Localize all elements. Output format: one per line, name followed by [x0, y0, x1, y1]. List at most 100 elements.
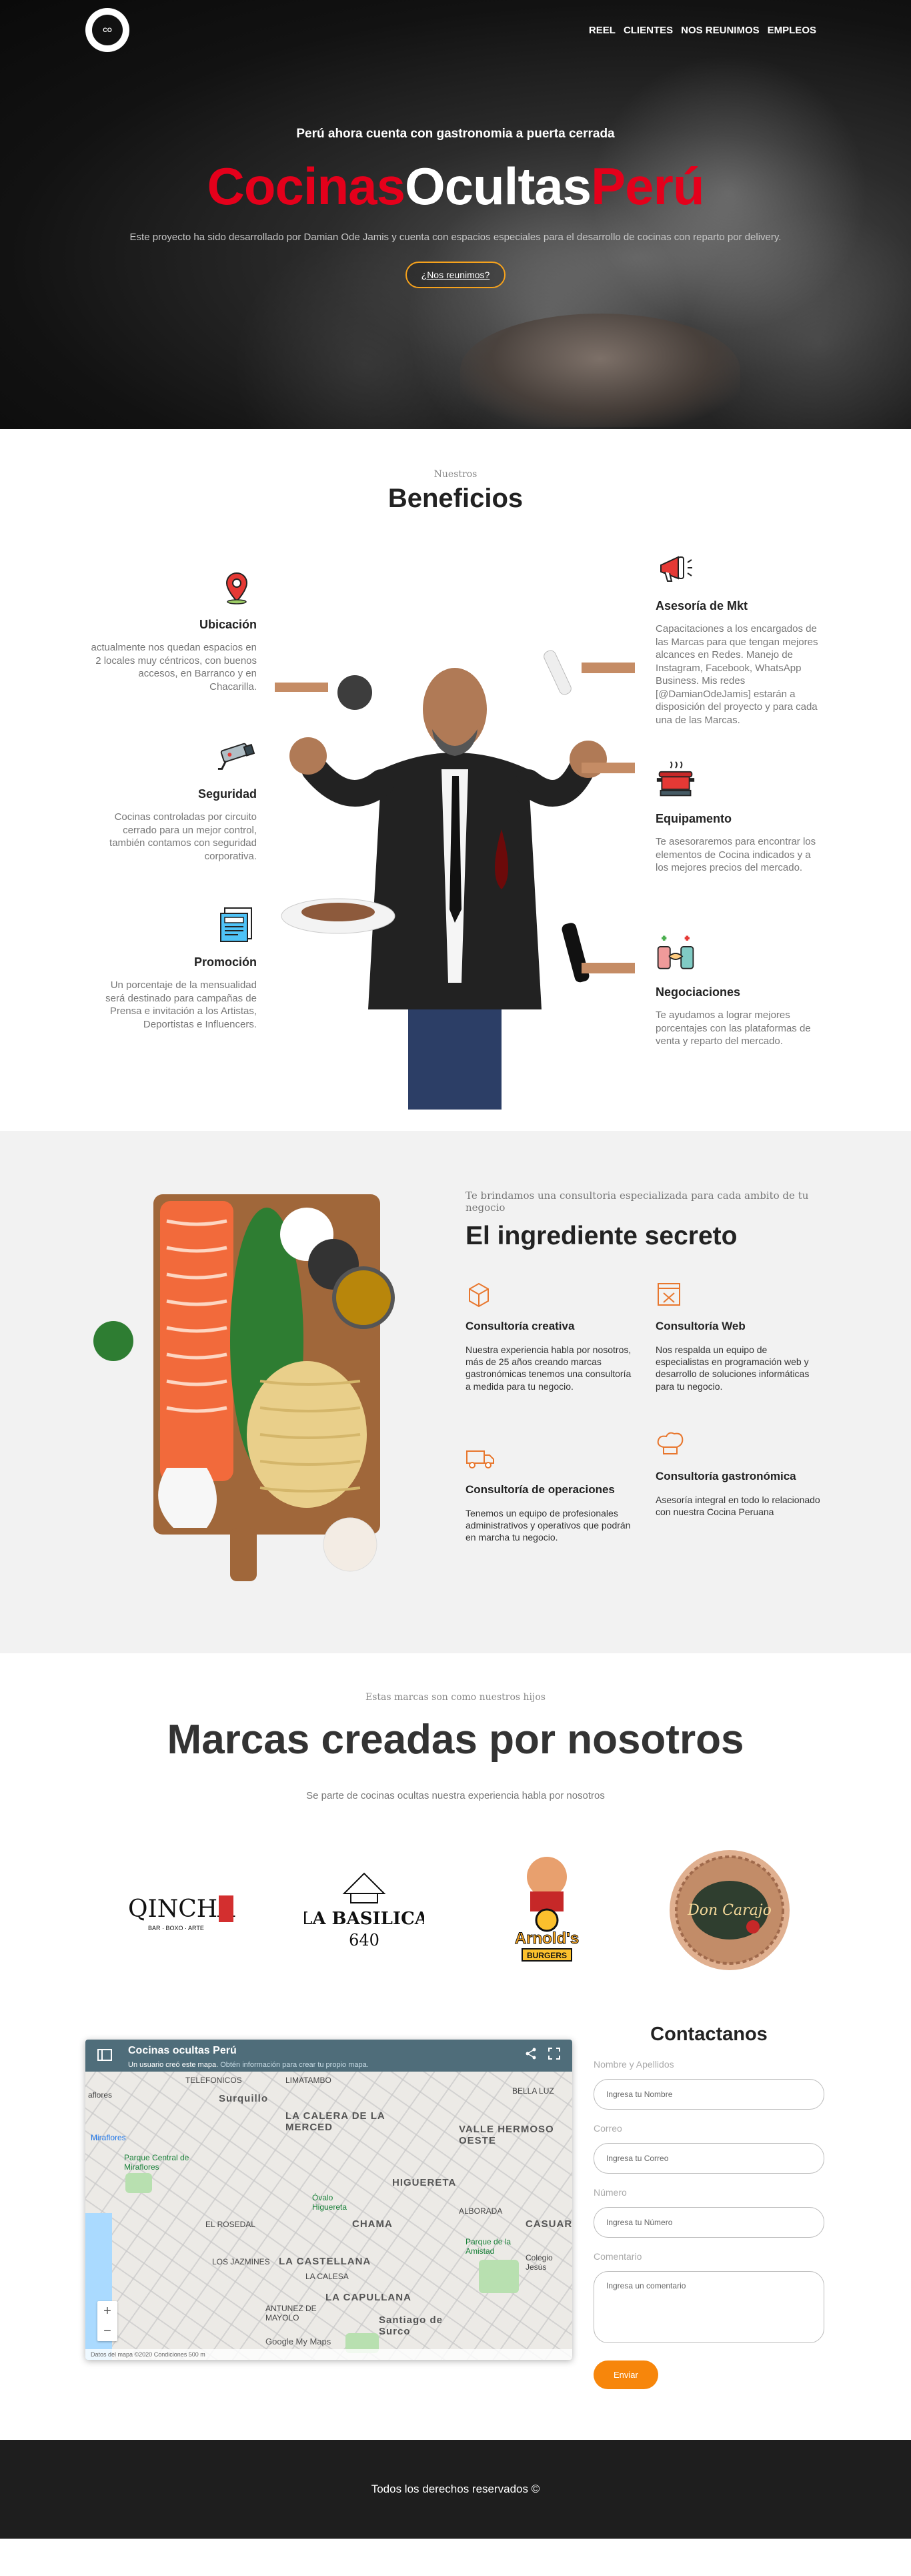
brand-don-carajo-logo[interactable]: Don Carajo	[663, 1847, 796, 1974]
map-label: LIMATAMBO	[285, 2076, 331, 2085]
benefit-title: Negociaciones	[656, 985, 741, 999]
brand-logos: QINCHA BAR · BOXO · ARTE LA BASILICA 640…	[90, 1847, 821, 1974]
map-label: TELEFONICOS	[185, 2076, 242, 2085]
nav-menu: REEL CLIENTES NOS REUNIMOS EMPLEOS	[589, 25, 816, 36]
brands-kicker: Estas marcas son como nuestros hijos	[365, 1692, 546, 1703]
map-footer: Datos del mapa ©2020 Condiciones 500 m	[85, 2349, 572, 2360]
map-label: ALBORADA	[459, 2206, 503, 2216]
name-field[interactable]	[594, 2079, 824, 2110]
consulting-operaciones: Consultoría de operaciones Tenemos un eq…	[466, 1444, 632, 1544]
handshake-icon	[656, 933, 696, 973]
benefit-title: Ubicación	[199, 618, 257, 631]
hero-title: CocinasOcultasPerú	[0, 156, 911, 217]
map-park	[125, 2173, 152, 2193]
brands-description: Se parte de cocinas ocultas nuestra expe…	[306, 1790, 605, 1801]
box-icon	[466, 1281, 495, 1310]
phone-field[interactable]	[594, 2207, 824, 2238]
consulting-text: Nuestra experiencia habla por nosotros, …	[466, 1344, 632, 1392]
fullscreen-icon[interactable]	[548, 2048, 560, 2063]
benefits-kicker: Nuestros	[433, 469, 478, 480]
brand-arnolds-logo[interactable]: Arnold's BURGERS	[480, 1847, 614, 1974]
meet-button[interactable]: ¿Nos reunimos?	[405, 262, 506, 288]
map-zoom-control[interactable]: + −	[97, 2301, 117, 2341]
web-design-icon	[656, 1281, 685, 1310]
consulting-text: Asesoría integral en todo lo relacionado…	[656, 1494, 820, 1518]
benefit-text: Cocinas controladas por circuito cerrado…	[109, 811, 257, 862]
map-list-icon[interactable]	[97, 2049, 112, 2064]
comment-field[interactable]	[594, 2271, 824, 2343]
map-label: Santiago de Surco	[379, 2314, 443, 2337]
embedded-map[interactable]: Cocinas ocultas Perú Un usuario creó est…	[85, 2040, 572, 2360]
map-tools	[526, 2048, 560, 2063]
benefit-text: actualmente nos quedan espacios en 2 loc…	[91, 642, 257, 693]
consulting-title: Consultoría Web	[656, 1320, 746, 1332]
nav-item-reel[interactable]: REEL	[589, 25, 616, 36]
ingredient-kicker: Te brindamos una consultoria especializa…	[466, 1190, 809, 1214]
consulting-title: Consultoría de operaciones	[466, 1483, 615, 1496]
map-label: LA CALESA	[305, 2272, 349, 2281]
map-label: HIGUERETA	[392, 2177, 457, 2188]
man-with-hands-image	[275, 650, 635, 1110]
basilica-logo-number: 640	[349, 1931, 379, 1950]
map-label: aflores	[88, 2090, 113, 2100]
map-label: Surquillo	[219, 2093, 268, 2104]
map-park	[479, 2260, 519, 2293]
brands-title: Marcas creadas por nosotros	[167, 1717, 744, 1763]
name-label: Nombre y Apellidos	[594, 2059, 674, 2070]
benefit-title: Asesoría de Mkt	[656, 599, 748, 612]
map-title: Cocinas ocultas Perú	[128, 2045, 237, 2056]
benefit-title: Seguridad	[197, 787, 257, 801]
nav-item-clientes[interactable]: CLIENTES	[624, 25, 673, 36]
map-label: Colegio Jesús	[526, 2253, 553, 2272]
contact-form: Contactanos Nombre y Apellidos Correo Nú…	[594, 2024, 824, 2389]
email-label: Correo	[594, 2123, 622, 2134]
hero-content: Perú ahora cuenta con gastronomia a puer…	[0, 127, 911, 288]
ingredient-section: Te brindamos una consultoria especializa…	[0, 1131, 911, 1653]
map-label: CHAMA	[352, 2218, 393, 2230]
megaphone-icon	[656, 549, 696, 589]
map-header: Cocinas ocultas Perú Un usuario creó est…	[85, 2040, 572, 2072]
arnolds-tagline: BURGERS	[527, 1951, 567, 1960]
map-label: Parque de la Amistad	[466, 2237, 512, 2256]
benefits-section: Nuestros Beneficios Ubicación actualment…	[0, 429, 911, 1131]
benefit-asesoria-mkt: Asesoría de Mkt Capacitaciones a los enc…	[656, 549, 822, 727]
contact-title: Contactanos	[650, 2024, 768, 2045]
consulting-text: Nos respalda un equipo de especialistas …	[656, 1344, 810, 1392]
contact-section: Cocinas ocultas Perú Un usuario creó est…	[0, 2024, 911, 2440]
food-board-image	[93, 1194, 395, 1581]
email-field[interactable]	[594, 2143, 824, 2174]
share-icon[interactable]	[526, 2048, 536, 2063]
submit-button[interactable]: Enviar	[594, 2360, 658, 2389]
benefit-equipamento: Equipamento Te asesoraremos para encontr…	[656, 759, 822, 875]
brand-basilica-logo[interactable]: LA BASILICA 640	[297, 1847, 431, 1974]
cooking-pot-icon	[656, 759, 696, 799]
benefit-text: Capacitaciones a los encargados de las M…	[656, 623, 818, 726]
chef-hat-icon	[656, 1431, 685, 1460]
hero-title-part-1: Cocinas	[207, 157, 405, 216]
map-label: VALLE HERMOSO OESTE	[459, 2124, 554, 2146]
nav-item-nos-reunimos[interactable]: NOS REUNIMOS	[681, 25, 760, 36]
consulting-creativa: Consultoría creativa Nuestra experiencia…	[466, 1281, 632, 1392]
map-label: Miraflores	[91, 2133, 126, 2142]
google-my-maps-logo: Google My Maps	[265, 2336, 331, 2346]
site-footer: Todos los derechos reservados ©	[0, 2440, 911, 2539]
benefit-ubicacion: Ubicación actualmente nos quedan espacio…	[90, 568, 257, 693]
map-label: BELLA LUZ	[512, 2086, 554, 2096]
map-pin-icon	[217, 568, 257, 608]
site-logo[interactable]: CO	[85, 8, 129, 52]
nav-item-empleos[interactable]: EMPLEOS	[768, 25, 816, 36]
map-label: Óvalo Higuereta	[312, 2193, 347, 2212]
hero-section: CO REEL CLIENTES NOS REUNIMOS EMPLEOS Pe…	[0, 0, 911, 429]
brand-qincha-logo[interactable]: QINCHA BAR · BOXO · ARTE	[115, 1847, 248, 1974]
map-label: ANTUNEZ DE MAYOLO	[265, 2304, 317, 2322]
delivery-truck-icon	[466, 1444, 495, 1474]
copyright-text: Todos los derechos reservados ©	[371, 2483, 540, 2495]
benefit-text: Te ayudamos a lograr mejores porcentajes…	[656, 1009, 811, 1047]
hero-hands-image	[460, 314, 740, 427]
ingredient-title: El ingrediente secreto	[466, 1222, 738, 1250]
benefit-seguridad: Seguridad Cocinas controladas por circui…	[90, 737, 257, 863]
ingredient-content: Te brindamos una consultoria especializa…	[466, 1190, 839, 1565]
map-notice-link[interactable]: Obtén información para crear tu propio m…	[220, 2061, 369, 2069]
phone-label: Número	[594, 2187, 627, 2198]
map-label: LOS JAZMINES	[212, 2257, 270, 2266]
